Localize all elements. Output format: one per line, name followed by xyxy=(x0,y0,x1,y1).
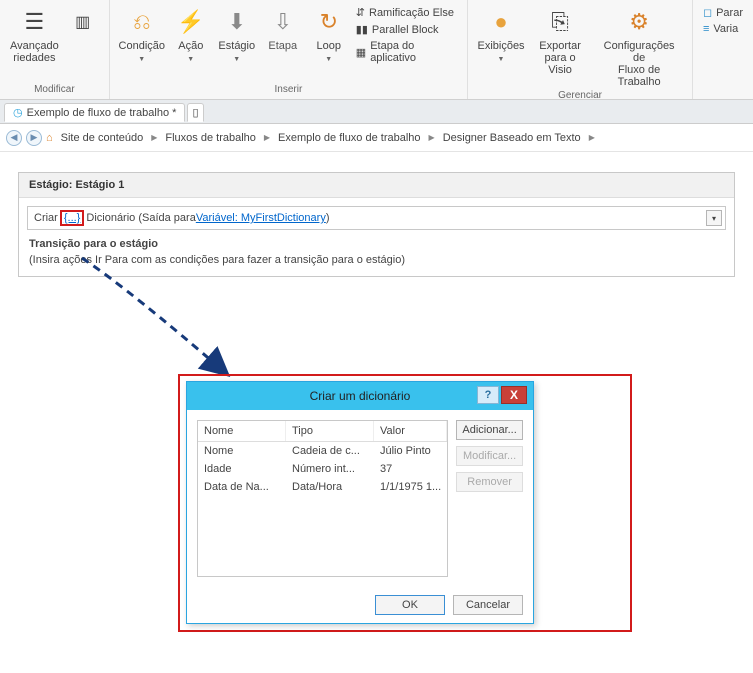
action-mid: Dicionário (Saída para xyxy=(86,212,195,224)
workflow-icon: ◷ xyxy=(13,106,23,119)
var-icon: ≡ xyxy=(703,23,709,35)
tab-new[interactable]: ▯ xyxy=(187,103,203,122)
app-icon: ▦ xyxy=(356,46,366,59)
col-value: Valor xyxy=(374,421,447,441)
col-name: Nome xyxy=(198,421,286,441)
home-icon: ⌂ xyxy=(46,132,53,144)
ok-button[interactable]: OK xyxy=(375,595,445,615)
stage-box: Estágio: Estágio 1 Criar {...} Dicionári… xyxy=(18,172,735,277)
riedades-button-2[interactable]: ▥ xyxy=(63,2,103,82)
dot-icon: ● xyxy=(485,6,517,38)
branch-icon: ⎌ xyxy=(126,6,158,38)
lightning-icon: ⚡ xyxy=(175,6,207,38)
dictionary-grid[interactable]: Nome Tipo Valor Nome Cadeia de c... Júli… xyxy=(197,420,448,577)
chevron-right-icon: ▶ xyxy=(589,133,595,142)
ramificacao-item[interactable]: ⇵Ramificação Else xyxy=(352,4,461,21)
list-icon: ☰ xyxy=(18,6,50,38)
exibicoes-button[interactable]: ● Exibições▼ xyxy=(474,2,528,88)
gear-icon: ⚙ xyxy=(623,6,655,38)
variable-link[interactable]: Variável: MyFirstDictionary xyxy=(196,212,326,224)
breadcrumb-item[interactable]: Exemplo de fluxo de trabalho xyxy=(274,130,424,146)
avancado-button[interactable]: ☰ Avançadoriedades xyxy=(6,2,63,82)
dialog-body: Nome Tipo Valor Nome Cadeia de c... Júli… xyxy=(187,410,533,587)
chevron-down-icon: ▼ xyxy=(498,56,505,63)
col-type: Tipo xyxy=(286,421,374,441)
chevron-down-icon: ▼ xyxy=(325,56,332,63)
ribbon-group-inserir: ⎌ Condição▼ ⚡ Ação▼ ⬇ Estágio▼ ⇩ Etapa ↻… xyxy=(110,0,468,99)
stop-icon: ◻ xyxy=(703,6,712,19)
nav-forward-button[interactable]: ▶ xyxy=(26,130,42,146)
dialog-close-button[interactable]: X xyxy=(501,386,527,404)
merge-icon: ⇵ xyxy=(356,6,365,19)
cancel-button[interactable]: Cancelar xyxy=(453,595,523,615)
action-pre: Criar xyxy=(34,212,58,224)
etapa-button[interactable]: ⇩ Etapa xyxy=(260,2,306,82)
ribbon-group-right: ◻Parar ≡Varia xyxy=(693,0,753,99)
add-button[interactable]: Adicionar... xyxy=(456,420,523,440)
breadcrumb-item[interactable]: Site de conteúdo xyxy=(57,130,148,146)
parallel-icon: ▮▮ xyxy=(356,23,368,36)
create-dictionary-dialog: Criar um dicionário ? X Nome Tipo Valor … xyxy=(186,381,534,624)
table-row[interactable]: Data de Na... Data/Hora 1/1/1975 1... xyxy=(198,478,447,496)
breadcrumb-item[interactable]: Fluxos de trabalho xyxy=(161,130,260,146)
transition-header: Transição para o estágio xyxy=(29,238,724,250)
acao-button[interactable]: ⚡ Ação▼ xyxy=(168,2,214,82)
down-arrow-icon: ⬇ xyxy=(221,6,253,38)
stage-container: Estágio: Estágio 1 Criar {...} Dicionári… xyxy=(0,152,753,297)
remove-button[interactable]: Remover xyxy=(456,472,523,492)
chevron-down-icon: ▼ xyxy=(233,56,240,63)
parar-item[interactable]: ◻Parar xyxy=(699,4,747,21)
varia-item[interactable]: ≡Varia xyxy=(699,21,747,37)
estagio-button[interactable]: ⬇ Estágio▼ xyxy=(214,2,260,82)
loop-button[interactable]: ↻ Loop▼ xyxy=(306,2,352,82)
parallel-item[interactable]: ▮▮Parallel Block xyxy=(352,21,461,38)
modify-button[interactable]: Modificar... xyxy=(456,446,523,466)
grid-header: Nome Tipo Valor xyxy=(198,421,447,442)
dialog-help-button[interactable]: ? xyxy=(477,386,499,404)
ribbon: ☰ Avançadoriedades ▥ Modificar ⎌ Condiçã… xyxy=(0,0,753,100)
chevron-right-icon: ▶ xyxy=(151,133,157,142)
breadcrumb: ◀ ▶ ⌂ Site de conteúdo▶ Fluxos de trabal… xyxy=(0,124,753,152)
inserir-small-col: ⇵Ramificação Else ▮▮Parallel Block ▦Etap… xyxy=(352,2,461,82)
breadcrumb-item[interactable]: Designer Baseado em Texto xyxy=(439,130,585,146)
down-arrow-icon: ⇩ xyxy=(267,6,299,38)
dialog-footer: OK Cancelar xyxy=(187,587,533,623)
config-button[interactable]: ⚙ Configurações deFluxo de Trabalho xyxy=(592,2,686,88)
dialog-titlebar: Criar um dicionário ? X xyxy=(187,382,533,410)
avancado-label: Avançado xyxy=(10,40,59,52)
doc-icon: ▥ xyxy=(67,6,99,38)
stage-header: Estágio: Estágio 1 xyxy=(19,173,734,198)
chevron-down-icon: ▼ xyxy=(187,56,194,63)
dialog-button-column: Adicionar... Modificar... Remover xyxy=(456,420,523,577)
dialog-title: Criar um dicionário xyxy=(310,389,411,403)
condicao-button[interactable]: ⎌ Condição▼ xyxy=(116,2,168,82)
table-row[interactable]: Nome Cadeia de c... Júlio Pinto xyxy=(198,442,447,460)
tab-label: Exemplo de fluxo de trabalho * xyxy=(27,107,177,119)
chevron-right-icon: ▶ xyxy=(264,133,270,142)
doc-icon: ▯ xyxy=(192,106,198,119)
transition-body: (Insira ações Ir Para com as condições p… xyxy=(29,254,724,266)
chevron-right-icon: ▶ xyxy=(429,133,435,142)
action-dropdown[interactable]: ▾ xyxy=(706,210,722,226)
document-tabs: ◷ Exemplo de fluxo de trabalho * ▯ xyxy=(0,100,753,124)
table-row[interactable]: Idade Número int... 37 xyxy=(198,460,447,478)
export-icon: ⎘ xyxy=(544,6,576,38)
ribbon-group-modificar: ☰ Avançadoriedades ▥ Modificar xyxy=(0,0,110,99)
exportar-button[interactable]: ⎘ Exportarpara o Visio xyxy=(528,2,592,88)
tab-active[interactable]: ◷ Exemplo de fluxo de trabalho * xyxy=(4,103,185,122)
ribbon-group-gerenciar: ● Exibições▼ ⎘ Exportarpara o Visio ⚙ Co… xyxy=(468,0,693,99)
ellipsis-token[interactable]: {...} xyxy=(60,210,85,226)
action-post: ) xyxy=(326,212,330,224)
nav-back-button[interactable]: ◀ xyxy=(6,130,22,146)
group-label: Modificar xyxy=(34,82,75,97)
action-row[interactable]: Criar {...} Dicionário (Saída para Variá… xyxy=(27,206,726,230)
chevron-down-icon: ▼ xyxy=(138,56,145,63)
etapa-app-item[interactable]: ▦Etapa do aplicativo xyxy=(352,38,461,66)
loop-icon: ↻ xyxy=(313,6,345,38)
